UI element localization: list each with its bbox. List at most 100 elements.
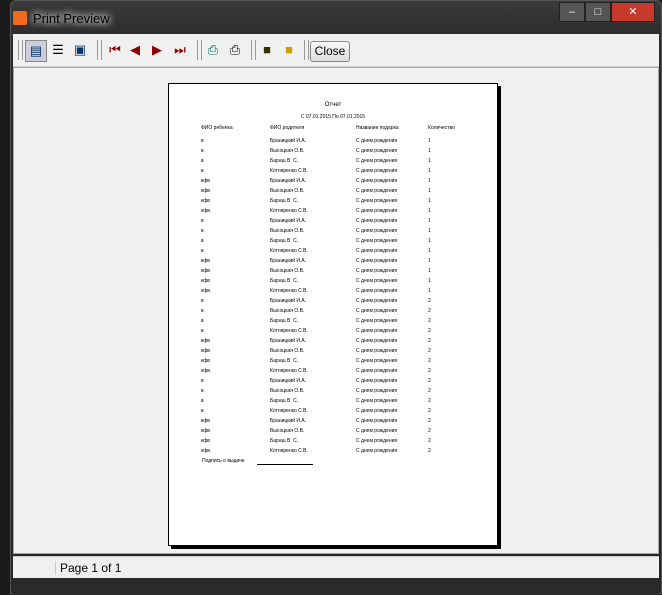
multi-page-icon[interactable]: ☰ [48,40,68,60]
open-icon[interactable]: ■ [279,40,299,60]
cell-gift: С днем рождения [356,308,398,314]
cell-gift: С днем рождения [356,158,398,164]
cell-qty: 2 [428,408,431,414]
last-page-icon[interactable]: ⏭ [170,40,190,60]
cell-parent: Браницкий И.А. [270,418,307,424]
cell-gift: С днем рождения [356,248,398,254]
cell-parent: Браницкий И.А. [270,378,307,384]
cell-child: кфв [201,198,210,204]
cell-qty: 1 [428,198,431,204]
maximize-button[interactable]: □ [585,2,611,22]
cell-parent: Высоцкая О.В. [270,308,305,314]
cell-child: кфв [201,258,210,264]
cell-parent: Браницкий И.А. [270,338,307,344]
cell-child: кфв [201,188,210,194]
cell-parent: Браницкий И.А. [270,258,307,264]
cell-child: кфв [201,338,210,344]
printer-setup-icon[interactable]: ⎙ [203,40,223,60]
cell-child: кфв [201,438,210,444]
close-button[interactable]: Close [310,41,350,62]
cell-gift: С днем рождения [356,318,398,324]
cell-parent: Бараш В. С. [270,278,299,284]
cell-child: кфв [201,268,210,274]
header-qty: Количество [428,125,455,131]
cell-qty: 1 [428,208,431,214]
header-child: ФИО ребенка [201,125,233,131]
cell-gift: С днем рождения [356,228,398,234]
cell-child: кфв [201,368,210,374]
cell-qty: 1 [428,138,431,144]
cell-gift: С днем рождения [356,398,398,404]
next-page-icon[interactable]: ▶ [147,40,167,60]
cell-qty: 1 [428,148,431,154]
cell-child: в [201,308,204,314]
cell-child: кфв [201,288,210,294]
report-subtitle: С 07.01.2015 По 07.01.2015 [300,114,366,120]
cell-parent: Бараш В. С. [270,318,299,324]
cell-qty: 1 [428,228,431,234]
close-window-button[interactable]: ✕ [611,2,655,22]
cell-gift: С днем рождения [356,438,398,444]
cell-child: кфв [201,208,210,214]
cell-parent: Бараш В. С. [270,238,299,244]
cell-gift: С днем рождения [356,298,398,304]
save-icon[interactable]: ■ [257,40,277,60]
cell-qty: 2 [428,298,431,304]
minimize-button[interactable]: – [559,2,585,22]
cell-qty: 1 [428,158,431,164]
prev-page-icon[interactable]: ◀ [125,40,145,60]
cell-gift: С днем рождения [356,418,398,424]
cell-parent: Бараш В. С. [270,438,299,444]
cell-child: в [201,148,204,154]
cell-gift: С днем рождения [356,428,398,434]
cell-gift: С днем рождения [356,148,398,154]
header-gift: Название подарка [356,125,399,131]
first-page-icon[interactable]: ⏮ [105,40,125,60]
cell-parent: Бараш В. С. [270,158,299,164]
cell-child: в [201,228,204,234]
one-page-icon[interactable]: ▤ [25,40,47,62]
cell-qty: 2 [428,428,431,434]
cell-parent: Браницкий И.А. [270,218,307,224]
cell-child: кфв [201,178,210,184]
cell-qty: 1 [428,168,431,174]
cell-qty: 2 [428,378,431,384]
cell-gift: С днем рождения [356,338,398,344]
cell-parent: Высоцкая О.В. [270,268,305,274]
cell-parent: Бараш В. С. [270,398,299,404]
cell-child: кфв [201,428,210,434]
cell-gift: С днем рождения [356,268,398,274]
cell-parent: Браницкий И.А. [270,298,307,304]
cell-gift: С днем рождения [356,138,398,144]
cell-qty: 2 [428,398,431,404]
page-width-icon[interactable]: ▣ [70,40,90,60]
gift-app-icon [13,11,27,25]
cell-parent: Браницкий И.А. [270,178,307,184]
cell-gift: С днем рождения [356,178,398,184]
cell-parent: Высоцкая О.В. [270,428,305,434]
cell-gift: С днем рождения [356,168,398,174]
cell-parent: Котляренко С.В. [270,408,308,414]
cell-child: в [201,238,204,244]
cell-child: в [201,248,204,254]
cell-qty: 1 [428,248,431,254]
cell-parent: Котляренко С.В. [270,288,308,294]
cell-child: кфв [201,348,210,354]
cell-child: в [201,398,204,404]
cell-qty: 2 [428,348,431,354]
cell-gift: С днем рождения [356,218,398,224]
report-title: Отчет [324,102,342,108]
cell-qty: 2 [428,308,431,314]
cell-qty: 2 [428,368,431,374]
cell-parent: Котляренко С.В. [270,168,308,174]
cell-child: в [201,378,204,384]
cell-gift: С днем рождения [356,328,398,334]
cell-child: кфв [201,278,210,284]
cell-gift: С днем рождения [356,198,398,204]
cell-parent: Котляренко С.В. [270,208,308,214]
print-icon[interactable]: ⎙ [225,40,245,60]
preview-area[interactable]: Отчет С 07.01.2015 По 07.01.2015 ФИО реб… [13,67,659,554]
cell-parent: Высоцкая О.В. [270,348,305,354]
cell-qty: 2 [428,358,431,364]
cell-child: кфв [201,448,210,454]
